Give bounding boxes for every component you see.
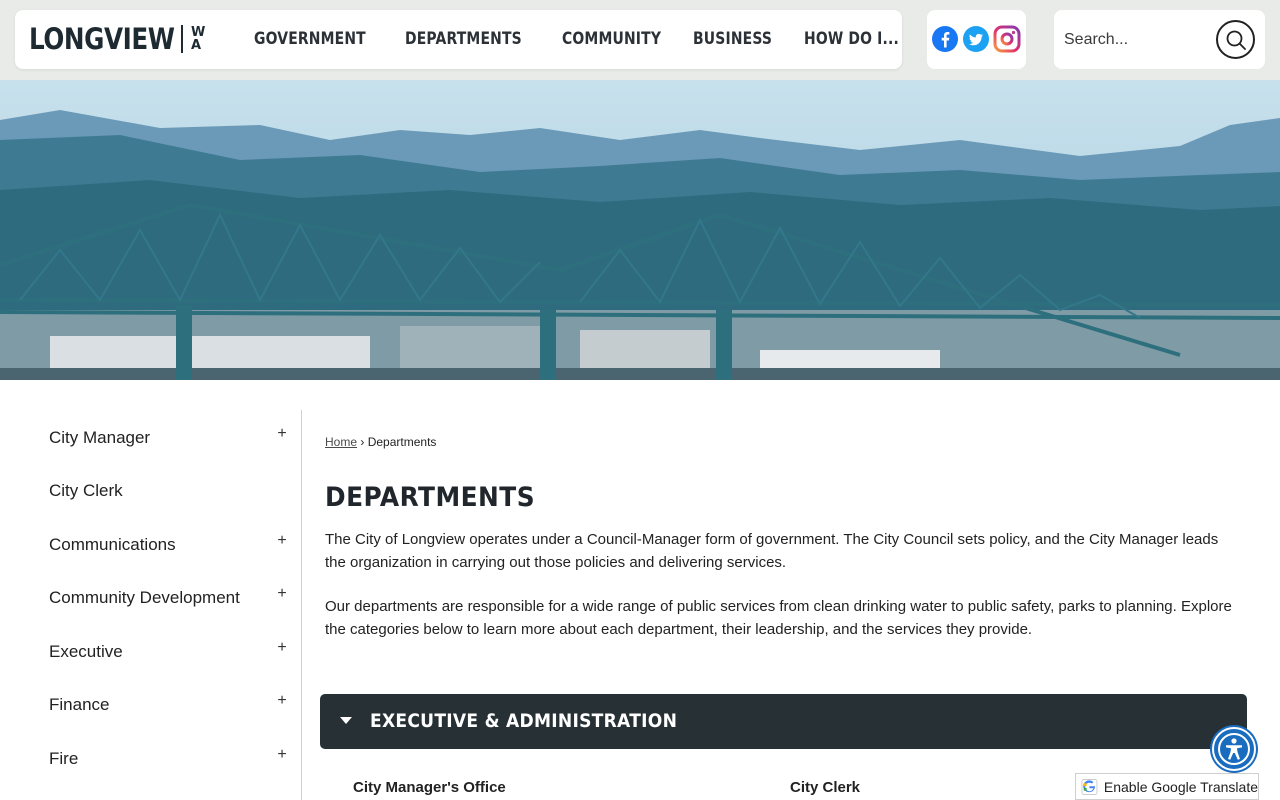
logo-state-bottom: A <box>191 38 202 53</box>
intro-paragraph: The City of Longview operates under a Co… <box>325 531 1219 571</box>
logo-state: W A <box>191 26 205 52</box>
breadcrumb-separator: › <box>360 435 365 449</box>
twitter-icon[interactable] <box>962 25 990 53</box>
link-city-managers-office[interactable]: City Manager's Office <box>353 779 506 796</box>
bridge-landscape-illustration <box>0 80 1280 380</box>
search-button[interactable] <box>1216 20 1255 59</box>
departments-paragraph: Our departments are responsible for a wi… <box>325 598 1232 638</box>
translate-label: Enable Google Translate <box>1103 778 1258 795</box>
caret-down-icon <box>340 717 352 724</box>
accessibility-button[interactable] <box>1212 727 1256 771</box>
accordion-executive-administration[interactable]: EXECUTIVE & ADMINISTRATION <box>320 694 1247 749</box>
search-input[interactable] <box>1064 24 1204 56</box>
logo-divider <box>181 25 183 53</box>
breadcrumb: Home › Departments <box>325 435 436 449</box>
breadcrumb-current: Departments <box>367 435 437 449</box>
google-g-icon <box>1081 778 1098 795</box>
nav-departments[interactable]: DEPARTMENTS <box>405 29 522 49</box>
sidebar-item-executive[interactable]: Executive <box>49 642 123 662</box>
nav-business[interactable]: BUSINESS <box>693 29 772 49</box>
search-box <box>1054 10 1265 69</box>
sidebar-expand-finance[interactable]: + <box>275 692 289 710</box>
main-nav: LONGVIEW W A GOVERNMENT DEPARTMENTS COMM… <box>15 10 902 69</box>
sidebar-item-fire[interactable]: Fire <box>49 749 78 769</box>
sidebar-item-communications[interactable]: Communications <box>49 535 176 555</box>
nav-community[interactable]: COMMUNITY <box>562 29 661 49</box>
facebook-icon[interactable] <box>931 25 959 53</box>
accessibility-icon <box>1218 733 1250 765</box>
link-city-clerk[interactable]: City Clerk <box>790 779 860 796</box>
page-title: DEPARTMENTS <box>325 482 536 513</box>
instagram-icon[interactable] <box>993 25 1021 53</box>
breadcrumb-home-link[interactable]: Home <box>325 435 357 449</box>
sidebar-item-community-development[interactable]: Community Development <box>49 588 240 608</box>
search-icon <box>1226 30 1246 50</box>
sidebar-expand-fire[interactable]: + <box>275 746 289 764</box>
accordion-title: EXECUTIVE & ADMINISTRATION <box>370 710 678 732</box>
sidebar-expand-community-development[interactable]: + <box>275 585 289 603</box>
sidebar-item-city-clerk[interactable]: City Clerk <box>49 481 123 501</box>
sidebar-expand-executive[interactable]: + <box>275 639 289 657</box>
site-header: LONGVIEW W A GOVERNMENT DEPARTMENTS COMM… <box>0 0 1280 80</box>
hero-banner-image <box>0 80 1280 380</box>
sidebar-item-city-manager[interactable]: City Manager <box>49 428 150 448</box>
google-translate-widget[interactable]: Enable Google Translate <box>1075 773 1259 800</box>
nav-government[interactable]: GOVERNMENT <box>254 29 366 49</box>
sidebar-nav: City Manager + City Clerk Communications… <box>0 410 302 800</box>
sidebar-expand-city-manager[interactable]: + <box>275 425 289 443</box>
nav-how-do-i[interactable]: HOW DO I... <box>804 29 899 49</box>
logo-text: LONGVIEW <box>29 22 175 56</box>
social-links <box>927 10 1026 69</box>
sidebar-item-finance[interactable]: Finance <box>49 695 109 715</box>
longview-logo[interactable]: LONGVIEW W A <box>29 21 205 57</box>
sidebar-expand-communications[interactable]: + <box>275 532 289 550</box>
